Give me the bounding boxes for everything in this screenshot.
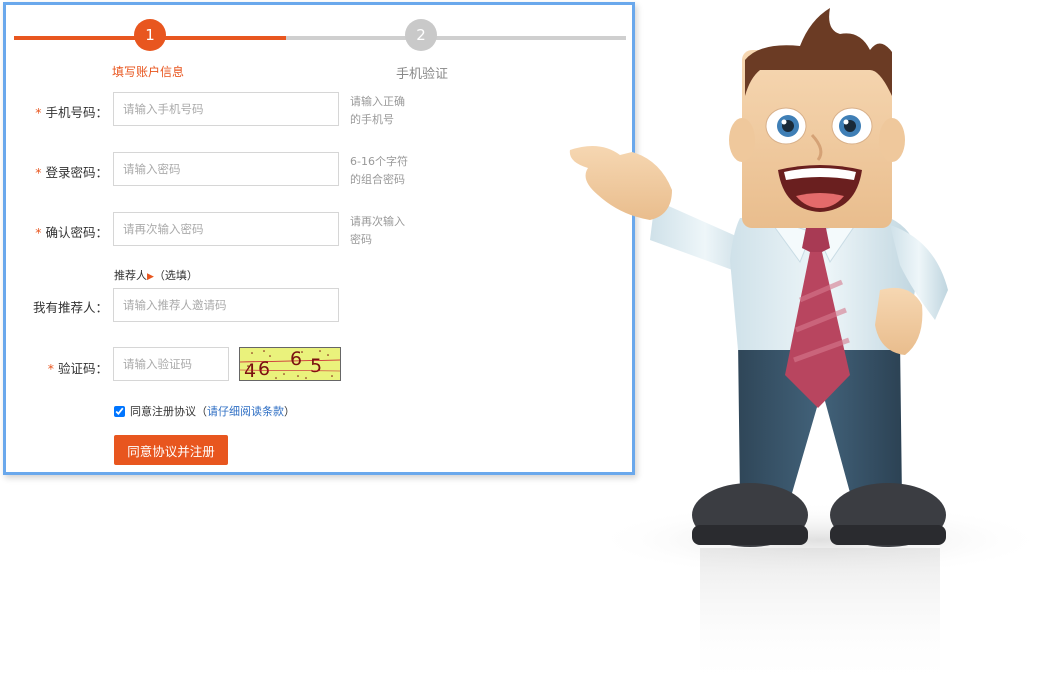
terms-link[interactable]: 请仔细阅读条款: [207, 403, 284, 419]
agreement-row: 同意注册协议（请仔细阅读条款）: [114, 403, 295, 419]
paren-open: （: [196, 405, 207, 418]
confirm-password-input[interactable]: [113, 212, 339, 246]
right-ear: [879, 118, 905, 162]
registration-panel: 1 2 填写账户信息 手机验证 *手机号码： 请输入正确的手机号 *登录密码： …: [3, 2, 635, 475]
referrer-input[interactable]: [113, 288, 339, 322]
captcha-char: 6: [290, 348, 302, 370]
register-button[interactable]: 同意协议并注册: [114, 435, 228, 465]
captcha-image[interactable]: 4 6 6 5: [239, 347, 341, 381]
step-1-indicator: 1: [134, 19, 166, 51]
cartoon-businessman-illustration: [569, 8, 1050, 688]
phone-input[interactable]: [113, 92, 339, 126]
referrer-toggle[interactable]: 推荐人▶（选填）: [114, 267, 198, 283]
tie-knot: [802, 228, 830, 252]
caret-right-icon: ▶: [147, 272, 154, 282]
captcha-char: 6: [258, 358, 270, 380]
step-2-indicator: 2: [405, 19, 437, 51]
password-hint: 6-16个字符的组合密码: [350, 155, 408, 186]
phone-label: * 手机号码：: [35, 105, 108, 120]
confirm-password-label: * 确认密码：: [35, 225, 108, 240]
required-mark: *: [47, 361, 54, 376]
captcha-char: 5: [310, 355, 322, 377]
password-label: * 登录密码：: [35, 165, 108, 180]
required-mark: *: [35, 165, 42, 180]
phone-hint: 请输入正确的手机号: [350, 95, 405, 126]
agree-checkbox[interactable]: [114, 405, 125, 417]
agreement-text: 同意注册协议: [130, 405, 196, 418]
step-2-label: 手机验证: [396, 67, 449, 82]
pointing-hand: [569, 146, 672, 220]
step-1-label: 填写账户信息: [112, 65, 185, 79]
confirm-password-hint: 请再次输入密码: [350, 215, 405, 246]
required-mark: *: [35, 225, 42, 240]
password-input[interactable]: [113, 152, 339, 186]
referrer-label: 我有推荐人：: [32, 300, 108, 315]
paren-close: ）: [284, 405, 295, 418]
captcha-input[interactable]: [113, 347, 229, 381]
reflection: [700, 548, 940, 688]
captcha-label: * 验证码：: [47, 361, 108, 376]
left-ear: [729, 118, 755, 162]
required-mark: *: [35, 105, 42, 120]
